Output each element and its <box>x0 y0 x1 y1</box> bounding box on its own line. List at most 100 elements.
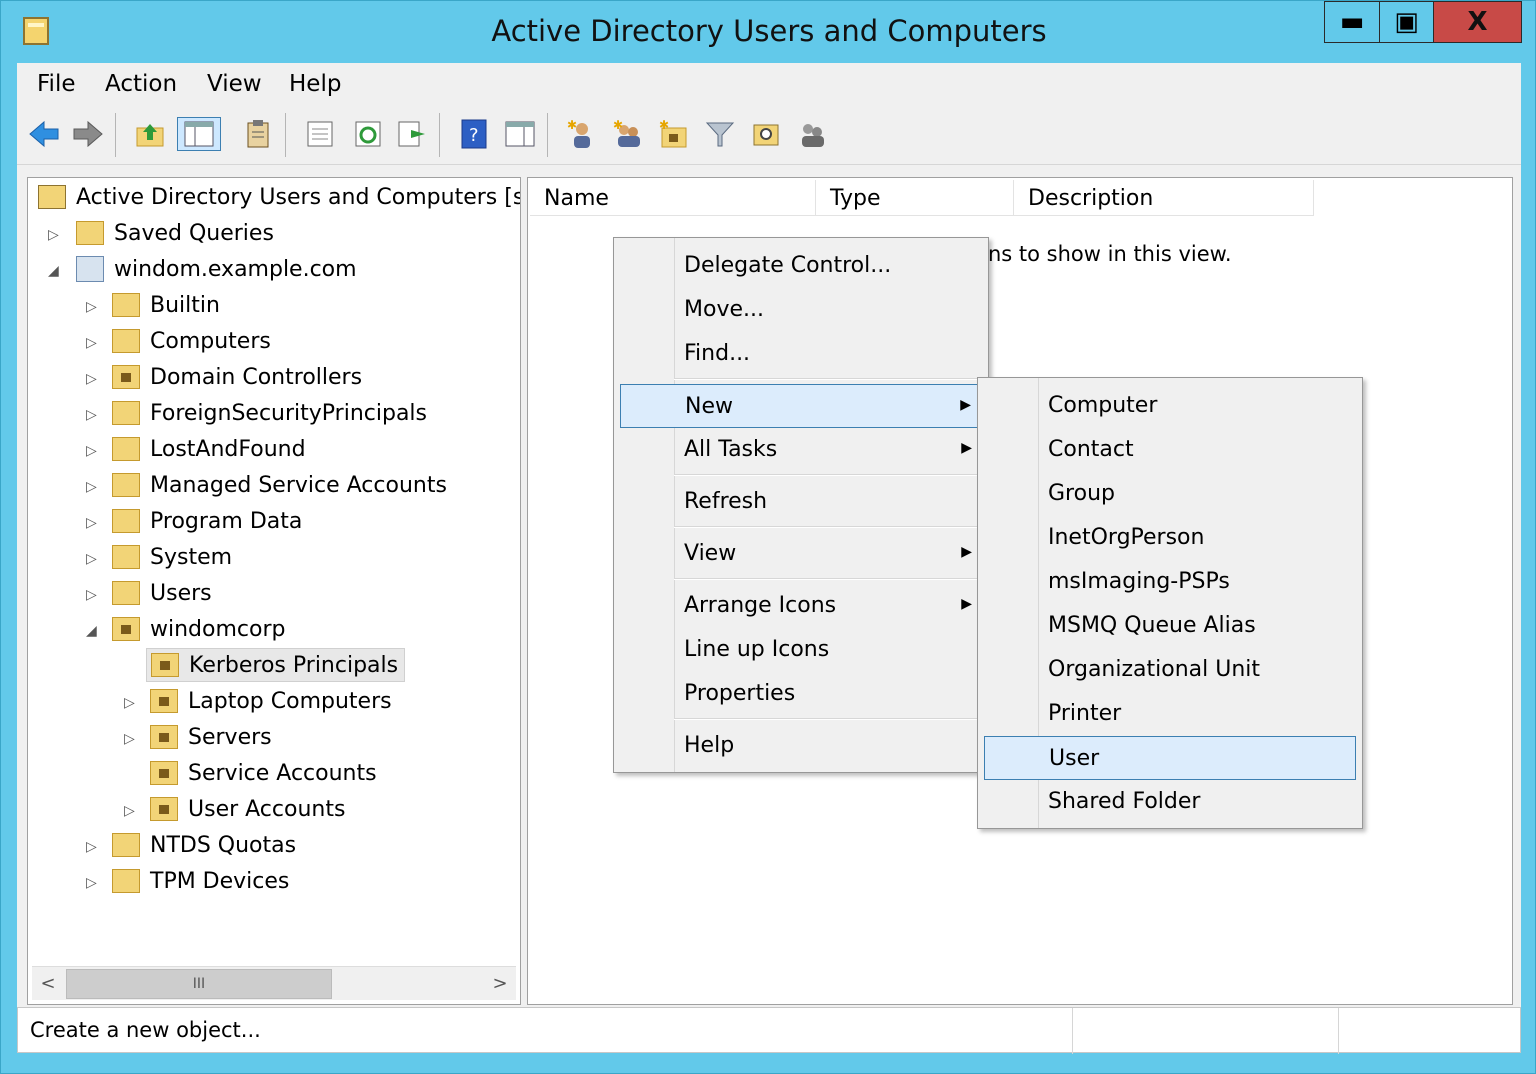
up-folder-icon[interactable] <box>133 117 167 151</box>
back-icon[interactable] <box>27 117 61 151</box>
tree-item-users[interactable]: Users <box>112 576 212 610</box>
expand-arrow-icon[interactable]: ▷ <box>86 444 100 458</box>
menu-item-new[interactable]: New ▶ <box>620 384 982 428</box>
console-tree[interactable]: Active Directory Users and Computers [sv… <box>27 177 521 1005</box>
menu-item-label: InetOrgPerson <box>1048 525 1205 550</box>
new-ou-icon[interactable]: ✱ <box>657 117 691 151</box>
submenu-item-printer[interactable]: Printer <box>984 692 1356 736</box>
folder-icon <box>112 293 140 317</box>
tree-item-lost-and-found[interactable]: LostAndFound <box>112 432 306 466</box>
expand-arrow-icon[interactable]: ▷ <box>86 552 100 566</box>
tree-root[interactable]: Active Directory Users and Computers [sv… <box>38 180 520 214</box>
tree-item-tpm-devices[interactable]: TPM Devices <box>112 864 289 898</box>
menu-item-refresh[interactable]: Refresh <box>620 480 982 524</box>
column-header-type[interactable]: Type <box>816 180 1014 216</box>
status-bar: Create a new object... <box>17 1007 1521 1054</box>
tree-item-windomcorp[interactable]: windomcorp <box>112 612 285 646</box>
scroll-right-icon[interactable]: > <box>488 973 512 997</box>
filter-icon[interactable] <box>703 117 737 151</box>
submenu-item-organizational-unit[interactable]: Organizational Unit <box>984 648 1356 692</box>
new-user-icon[interactable]: ✱ <box>565 117 599 151</box>
scrollbar-thumb[interactable]: III <box>66 969 332 999</box>
close-button[interactable]: X <box>1433 1 1522 43</box>
tree-item-domain-controllers[interactable]: Domain Controllers <box>112 360 362 394</box>
maximize-button[interactable]: ▣ <box>1379 1 1434 43</box>
submenu-item-computer[interactable]: Computer <box>984 384 1356 428</box>
expand-arrow-icon[interactable]: ▷ <box>86 300 100 314</box>
forward-icon[interactable] <box>71 117 105 151</box>
expand-arrow-icon[interactable]: ▷ <box>86 372 100 386</box>
column-header-description[interactable]: Description <box>1014 180 1314 216</box>
action-pane-icon[interactable] <box>503 117 537 151</box>
add-to-group-icon[interactable] <box>795 117 829 151</box>
menu-view[interactable]: View <box>207 71 262 97</box>
collapse-arrow-icon[interactable]: ◢ <box>48 264 62 278</box>
expand-arrow-icon[interactable]: ▷ <box>48 228 62 242</box>
expand-arrow-icon[interactable]: ▷ <box>86 516 100 530</box>
submenu-item-group[interactable]: Group <box>984 472 1356 516</box>
menu-item-label: Organizational Unit <box>1048 657 1261 682</box>
submenu-item-user[interactable]: User <box>984 736 1356 780</box>
tree-item-domain[interactable]: windom.example.com <box>76 252 357 286</box>
tree-label: Saved Queries <box>114 220 274 246</box>
export-list-icon[interactable] <box>395 117 429 151</box>
submenu-item-msmq-queue-alias[interactable]: MSMQ Queue Alias <box>984 604 1356 648</box>
tree-item-computers[interactable]: Computers <box>112 324 271 358</box>
menu-item-help[interactable]: Help <box>620 724 982 768</box>
tree-item-foreign-security-principals[interactable]: ForeignSecurityPrincipals <box>112 396 427 430</box>
tree-item-laptop-computers[interactable]: Laptop Computers <box>150 684 392 718</box>
tree-item-user-accounts[interactable]: User Accounts <box>150 792 345 826</box>
expand-arrow-icon[interactable]: ▷ <box>86 480 100 494</box>
tree-item-service-accounts[interactable]: Service Accounts <box>150 756 377 790</box>
help-icon[interactable]: ? <box>457 117 491 151</box>
scroll-left-icon[interactable]: < <box>36 973 60 997</box>
menu-item-arrange-icons[interactable]: Arrange Icons ▶ <box>620 584 982 628</box>
expand-arrow-icon[interactable]: ▷ <box>86 588 100 602</box>
tree-item-ntds-quotas[interactable]: NTDS Quotas <box>112 828 296 862</box>
horizontal-scrollbar[interactable]: < III > <box>32 966 516 1000</box>
svg-text:?: ? <box>469 125 479 146</box>
svg-text:✱: ✱ <box>567 119 577 132</box>
show-console-tree-icon[interactable] <box>177 117 221 151</box>
menu-action[interactable]: Action <box>105 71 177 97</box>
find-icon[interactable] <box>749 117 783 151</box>
tree-item-servers[interactable]: Servers <box>150 720 272 754</box>
expand-arrow-icon[interactable]: ▷ <box>86 408 100 422</box>
menu-item-move[interactable]: Move... <box>620 288 982 332</box>
expand-arrow-icon[interactable]: ▷ <box>124 732 138 746</box>
expand-arrow-icon[interactable]: ▷ <box>86 840 100 854</box>
menu-item-label: View <box>684 541 737 566</box>
tree-item-builtin[interactable]: Builtin <box>112 288 220 322</box>
submenu-item-inetorgperson[interactable]: InetOrgPerson <box>984 516 1356 560</box>
context-menu: Delegate Control... Move... Find... New ▶… <box>613 237 989 773</box>
menu-item-find[interactable]: Find... <box>620 332 982 376</box>
menu-help[interactable]: Help <box>289 71 341 97</box>
expand-arrow-icon[interactable]: ▷ <box>124 804 138 818</box>
menu-item-view[interactable]: View ▶ <box>620 532 982 576</box>
submenu-item-shared-folder[interactable]: Shared Folder <box>984 780 1356 824</box>
new-group-icon[interactable]: ✱ <box>611 117 645 151</box>
tree-item-saved-queries[interactable]: Saved Queries <box>76 216 274 250</box>
expand-arrow-icon[interactable]: ▷ <box>124 696 138 710</box>
minimize-button[interactable]: ▬ <box>1324 1 1380 43</box>
menu-item-delegate-control[interactable]: Delegate Control... <box>620 244 982 288</box>
collapse-arrow-icon[interactable]: ◢ <box>86 624 100 638</box>
tree-item-system[interactable]: System <box>112 540 232 574</box>
menu-item-line-up-icons[interactable]: Line up Icons <box>620 628 982 672</box>
clipboard-icon[interactable] <box>241 117 275 151</box>
properties-icon[interactable] <box>303 117 337 151</box>
menu-item-properties[interactable]: Properties <box>620 672 982 716</box>
refresh-icon[interactable] <box>351 117 385 151</box>
column-header-name[interactable]: Name <box>530 180 816 216</box>
submenu-item-contact[interactable]: Contact <box>984 428 1356 472</box>
folder-icon <box>112 473 140 497</box>
menu-file[interactable]: File <box>37 71 76 97</box>
submenu-item-msimaging-psps[interactable]: msImaging-PSPs <box>984 560 1356 604</box>
tree-item-program-data[interactable]: Program Data <box>112 504 302 538</box>
tree-item-kerberos-principals[interactable]: Kerberos Principals <box>146 648 406 682</box>
expand-arrow-icon[interactable]: ▷ <box>86 336 100 350</box>
menu-item-all-tasks[interactable]: All Tasks ▶ <box>620 428 982 472</box>
title-bar[interactable]: Active Directory Users and Computers ▬ ▣… <box>1 1 1536 63</box>
tree-item-managed-service-accounts[interactable]: Managed Service Accounts <box>112 468 447 502</box>
expand-arrow-icon[interactable]: ▷ <box>86 876 100 890</box>
